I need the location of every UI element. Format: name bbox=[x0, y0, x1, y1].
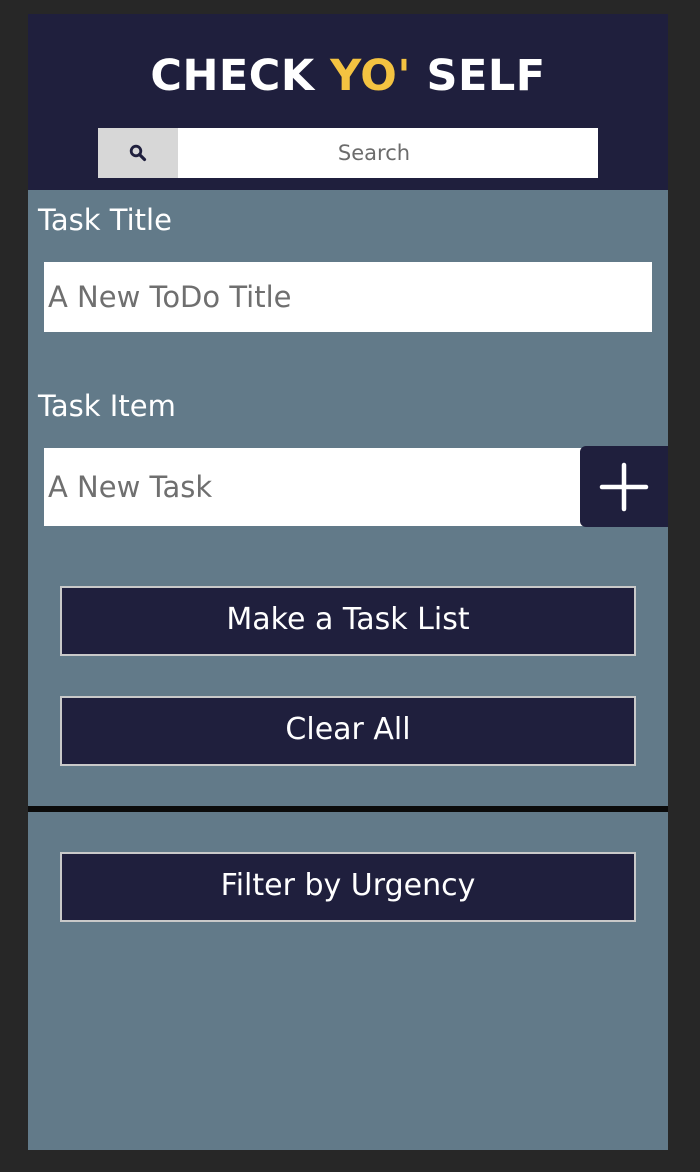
search-button[interactable] bbox=[98, 128, 178, 178]
section-divider bbox=[28, 806, 668, 812]
clear-all-button[interactable]: Clear All bbox=[60, 696, 636, 766]
title-accent: YO' bbox=[330, 51, 411, 101]
task-title-label: Task Title bbox=[38, 203, 172, 237]
app-container: CHECK YO' SELF Task Title Task Item Make… bbox=[28, 14, 668, 1150]
make-task-list-button[interactable]: Make a Task List bbox=[60, 586, 636, 656]
filter-by-urgency-button[interactable]: Filter by Urgency bbox=[60, 852, 636, 922]
app-header: CHECK YO' SELF bbox=[28, 14, 668, 190]
title-part-1: CHECK bbox=[150, 51, 331, 101]
plus-icon bbox=[599, 462, 649, 512]
search-bar bbox=[98, 128, 598, 178]
app-title: CHECK YO' SELF bbox=[28, 50, 668, 102]
title-part-2: SELF bbox=[411, 51, 546, 101]
search-icon bbox=[129, 144, 147, 162]
add-task-item-button[interactable] bbox=[580, 446, 668, 527]
task-item-label: Task Item bbox=[38, 389, 176, 423]
search-input[interactable] bbox=[178, 128, 598, 178]
task-item-input[interactable] bbox=[44, 448, 584, 526]
task-title-input[interactable] bbox=[44, 262, 652, 332]
